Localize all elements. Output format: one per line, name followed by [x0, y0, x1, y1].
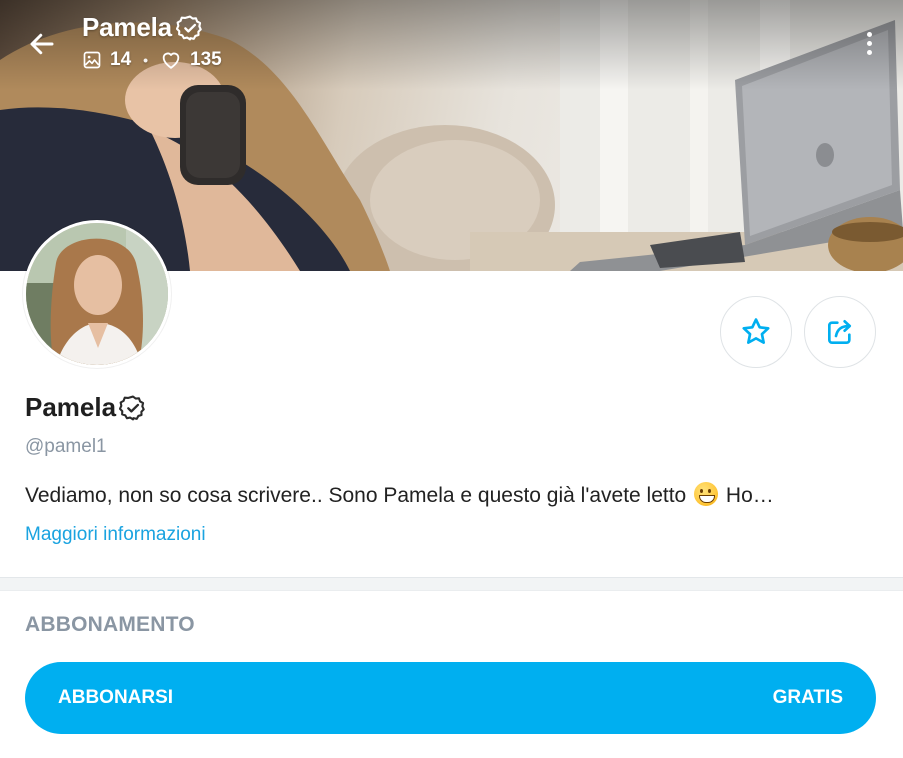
section-gap — [0, 578, 903, 590]
profile-handle: @pamel1 — [25, 436, 107, 457]
subscription-section-title: ABBONAMENTO — [25, 613, 195, 636]
more-options-button[interactable] — [857, 26, 881, 60]
share-icon — [828, 320, 852, 344]
media-count: 14 — [82, 49, 131, 71]
header-name: Pamela — [82, 12, 172, 42]
image-icon — [83, 51, 101, 69]
more-dot — [866, 40, 872, 46]
avatar-photo — [26, 223, 168, 365]
back-button[interactable] — [22, 24, 62, 64]
more-info-link[interactable]: Maggiori informazioni — [25, 524, 206, 546]
profile-name: Pamela — [25, 392, 117, 422]
profile-bio: Vediamo, non so cosa scrivere.. Sono Pam… — [25, 482, 870, 508]
more-vertical-icon — [866, 31, 872, 37]
grinning-face-emoji — [694, 482, 719, 506]
more-dot — [866, 49, 872, 55]
add-to-favorites-button[interactable] — [720, 296, 792, 368]
subscribe-button[interactable]: ABBONARSI GRATIS — [25, 662, 876, 734]
avatar[interactable] — [23, 220, 171, 368]
share-button[interactable] — [804, 296, 876, 368]
profile-name-row: Pamela — [25, 392, 147, 423]
section-divider — [0, 590, 903, 591]
media-count-value: 14 — [110, 49, 132, 70]
header-stats: 14 • 135 — [82, 49, 222, 71]
subscribe-price: GRATIS — [772, 687, 843, 708]
verified-badge-icon — [119, 395, 145, 420]
header-info: Pamela 14 • 135 — [82, 12, 222, 71]
bio-tail: Ho… — [725, 484, 774, 507]
stats-separator: • — [143, 52, 149, 68]
arrow-left-icon — [30, 33, 54, 55]
header-name-row: Pamela — [82, 12, 222, 43]
subscribe-label: ABBONARSI — [58, 687, 174, 708]
verified-badge-icon — [175, 15, 202, 40]
heart-icon — [162, 52, 180, 69]
bio-text: Vediamo, non so cosa scrivere.. Sono Pam… — [25, 484, 687, 507]
likes-count-value: 135 — [190, 49, 222, 70]
likes-count: 135 — [160, 49, 222, 71]
star-icon — [742, 318, 770, 344]
